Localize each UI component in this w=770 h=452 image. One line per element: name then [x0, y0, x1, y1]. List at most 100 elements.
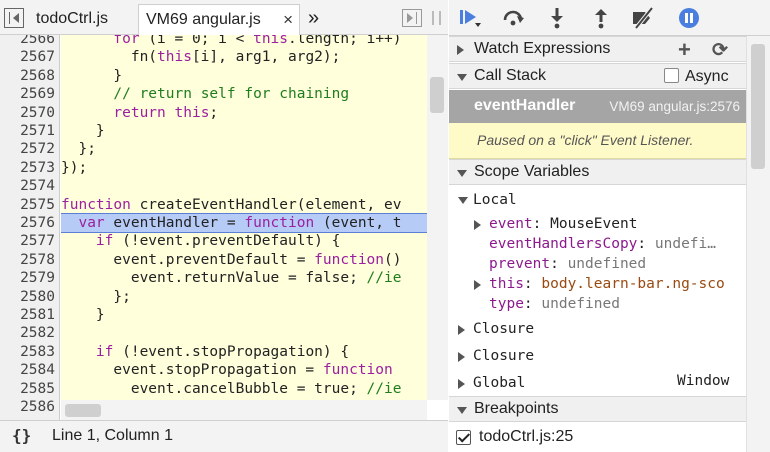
code-line[interactable]: // return self for chaining: [61, 85, 427, 103]
line-number[interactable]: 2575: [0, 196, 55, 214]
step-into-icon[interactable]: [545, 6, 569, 30]
code-line[interactable]: }: [61, 122, 427, 140]
scroll-thumb[interactable]: [65, 404, 101, 417]
resume-icon[interactable]: [457, 6, 481, 30]
editor-vertical-scrollbar[interactable]: [427, 35, 448, 400]
code-line[interactable]: event.preventDefault = function(): [61, 251, 427, 269]
scope-closure[interactable]: Closure: [458, 347, 534, 365]
pretty-print-icon[interactable]: {}: [12, 426, 31, 445]
sidebar-scroll-pane: Watch Expressions + ⟳ Call Stack Async e…: [449, 36, 746, 452]
collapse-arrow-icon[interactable]: [458, 197, 468, 204]
code-line[interactable]: }: [61, 306, 427, 324]
variable-value: MouseEvent: [550, 216, 638, 232]
separator: :: [523, 296, 542, 312]
tab-todoctrl[interactable]: todoCtrl.js: [36, 4, 108, 35]
line-number[interactable]: 2570: [0, 104, 55, 122]
async-checkbox[interactable]: [664, 68, 679, 83]
drag-handle-icon[interactable]: [432, 11, 441, 25]
line-number[interactable]: 2566: [0, 35, 55, 48]
scope-variables-header[interactable]: Scope Variables: [449, 159, 746, 185]
sidebar-toggle-icon[interactable]: [402, 9, 422, 27]
line-number[interactable]: 2582: [0, 324, 55, 342]
add-watch-icon[interactable]: +: [678, 37, 691, 63]
expand-arrow-icon[interactable]: [457, 45, 464, 55]
editor-horizontal-scrollbar[interactable]: [61, 400, 427, 420]
section-label: Watch Expressions: [474, 40, 611, 57]
expand-arrow-icon[interactable]: [458, 325, 465, 335]
expand-arrow-icon[interactable]: [458, 352, 465, 362]
scope-variable[interactable]: eventHandlersCopy: undefi…: [489, 235, 716, 253]
expand-arrow-icon[interactable]: [474, 280, 481, 290]
watch-expressions-header[interactable]: Watch Expressions + ⟳: [449, 36, 746, 62]
tab-vm69-angular[interactable]: VM69 angular.js ×: [138, 4, 300, 35]
sidebar-vertical-scrollbar[interactable]: [746, 36, 770, 452]
navigator-toggle-icon[interactable]: [4, 8, 24, 28]
scope-global-label: Global: [473, 375, 526, 391]
line-number[interactable]: 2581: [0, 306, 55, 324]
code-line[interactable]: });: [61, 159, 427, 177]
scope-variable[interactable]: event: MouseEvent: [474, 215, 638, 233]
variable-value: undefi…: [654, 236, 716, 252]
code-editor[interactable]: for (i = 0; i < this.length; i++) fn(thi…: [61, 35, 427, 400]
pause-on-exceptions-icon[interactable]: [677, 6, 701, 30]
breakpoint-checkbox[interactable]: [456, 430, 471, 445]
more-tabs-icon[interactable]: »: [308, 3, 319, 34]
step-out-icon[interactable]: [589, 6, 613, 30]
call-frame-item[interactable]: eventHandler VM69 angular.js:2576: [449, 90, 746, 123]
code-line[interactable]: if (!event.stopPropagation) {: [61, 343, 427, 361]
variable-value: body.learn-bar.ng-sco: [541, 276, 725, 292]
line-number[interactable]: 2577: [0, 232, 55, 250]
scope-variable[interactable]: this: body.learn-bar.ng-sco: [474, 275, 725, 293]
current-execution-line[interactable]: var eventHandler = function (event, t: [61, 212, 427, 234]
code-line[interactable]: if (!event.preventDefault) {: [61, 232, 427, 250]
collapse-arrow-icon[interactable]: [457, 170, 467, 177]
line-number[interactable]: 2572: [0, 140, 55, 158]
refresh-icon[interactable]: ⟳: [712, 39, 728, 62]
scroll-thumb[interactable]: [430, 77, 444, 113]
line-number-gutter[interactable]: 2566 2567 2568 2569 2570 2571 2572 2573 2574 2575…: [0, 35, 60, 420]
scope-variable[interactable]: type: undefined: [489, 295, 620, 313]
line-number[interactable]: 2580: [0, 288, 55, 306]
code-line[interactable]: }: [61, 67, 427, 85]
step-over-icon[interactable]: [501, 6, 525, 30]
code-line[interactable]: for (i = 0; i < this.length; i++): [61, 35, 427, 48]
line-number[interactable]: 2583: [0, 343, 55, 361]
line-number[interactable]: 2571: [0, 122, 55, 140]
line-number[interactable]: 2569: [0, 85, 55, 103]
scope-global[interactable]: Global: [458, 374, 526, 392]
editor-status-bar: {} Line 1, Column 1: [0, 420, 448, 452]
code-line[interactable]: };: [61, 140, 427, 158]
code-line[interactable]: };: [61, 288, 427, 306]
line-number[interactable]: 2578: [0, 251, 55, 269]
code-line[interactable]: fn(this[i], arg1, arg2);: [61, 48, 427, 66]
expand-arrow-icon[interactable]: [474, 220, 481, 230]
breakpoints-header[interactable]: Breakpoints: [449, 396, 746, 422]
scope-closure-label: Closure: [473, 321, 535, 337]
scope-variable[interactable]: prevent: undefined: [489, 255, 646, 273]
sources-panel: todoCtrl.js VM69 angular.js × » 2566 2567…: [0, 0, 448, 452]
line-number[interactable]: 2568: [0, 67, 55, 85]
line-number[interactable]: 2584: [0, 361, 55, 379]
code-line[interactable]: event.cancelBubble = true; //ie: [61, 380, 427, 398]
code-line[interactable]: event.returnValue = false; //ie: [61, 269, 427, 287]
breakpoint-label[interactable]: todoCtrl.js:25: [479, 428, 573, 446]
variable-value: undefined: [541, 296, 620, 312]
code-line[interactable]: event.stopPropagation = function: [61, 361, 427, 379]
expand-arrow-icon[interactable]: [458, 379, 465, 389]
code-line[interactable]: return this;: [61, 104, 427, 122]
line-number[interactable]: 2586: [0, 398, 55, 416]
collapse-arrow-icon[interactable]: [457, 407, 467, 414]
code-line[interactable]: function createEventHandler(element, ev: [61, 196, 427, 214]
line-number[interactable]: 2573: [0, 159, 55, 177]
collapse-arrow-icon[interactable]: [457, 74, 467, 81]
deactivate-breakpoints-icon[interactable]: [631, 6, 655, 30]
line-number[interactable]: 2567: [0, 48, 55, 66]
close-tab-icon[interactable]: ×: [283, 5, 293, 35]
line-number[interactable]: 2574: [0, 177, 55, 195]
line-number[interactable]: 2585: [0, 380, 55, 398]
scope-local[interactable]: Local: [458, 191, 517, 209]
line-number[interactable]: 2576: [0, 214, 55, 232]
line-number[interactable]: 2579: [0, 269, 55, 287]
scope-closure[interactable]: Closure: [458, 320, 535, 338]
scroll-thumb[interactable]: [751, 44, 765, 169]
